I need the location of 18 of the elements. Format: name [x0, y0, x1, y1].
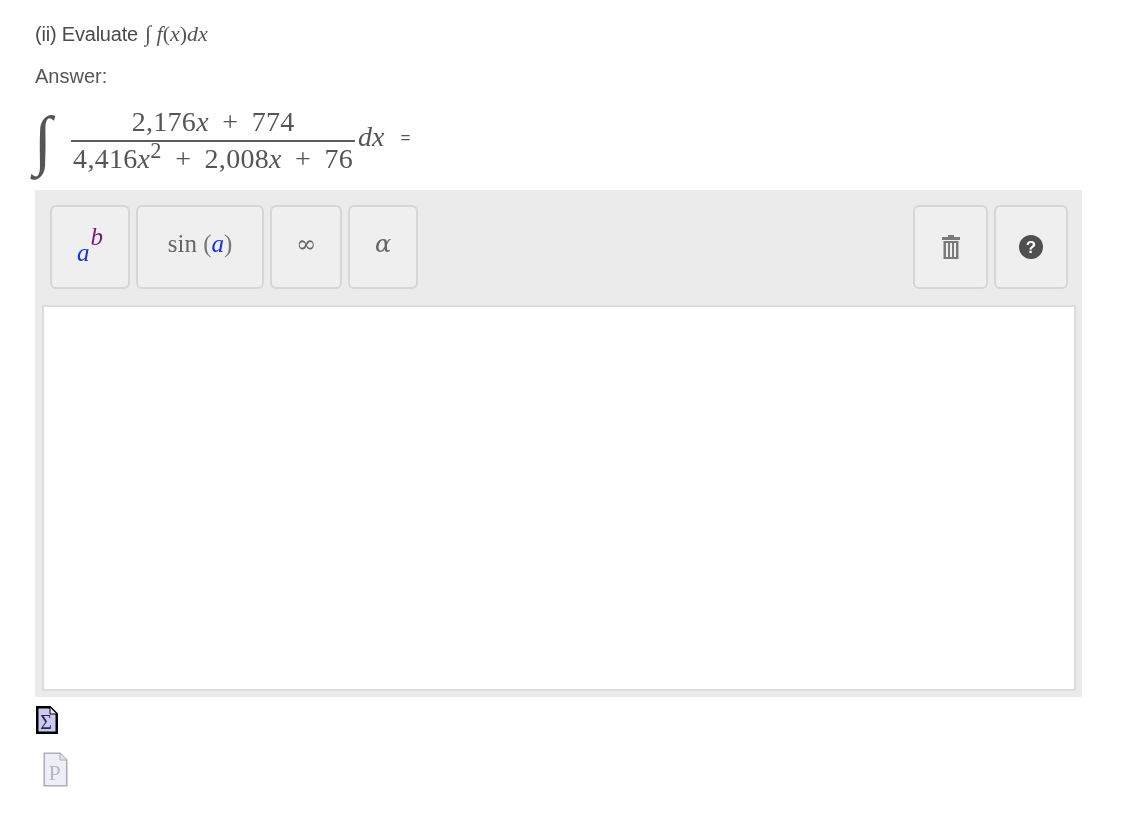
power-button[interactable]: ab [50, 205, 130, 289]
function-button[interactable]: sin (a) [136, 205, 264, 289]
formula-file-icon[interactable]: Σ [36, 706, 58, 734]
answer-field[interactable] [42, 305, 1076, 691]
numerator-text: 2,176x + 774 [130, 106, 296, 137]
help-button[interactable]: ? [994, 205, 1068, 289]
integral-sign: ∫ [32, 96, 58, 184]
question-formula: ∫ f(x)dx [145, 22, 208, 46]
differential-text: dx [358, 121, 385, 153]
denominator-text: 4,416x$^{2}$ + 2,008x + 76 [72, 143, 355, 174]
help-icon: ? [1019, 235, 1043, 259]
question-text: (ii) Evaluate [35, 22, 138, 46]
symbol-button[interactable]: ∞ [270, 205, 342, 289]
delete-button[interactable] [913, 205, 988, 289]
trash-icon [941, 235, 960, 259]
answer-label: Answer: [35, 64, 108, 88]
equals-sign: = [400, 128, 411, 148]
symbol-button[interactable]: α [348, 205, 418, 289]
